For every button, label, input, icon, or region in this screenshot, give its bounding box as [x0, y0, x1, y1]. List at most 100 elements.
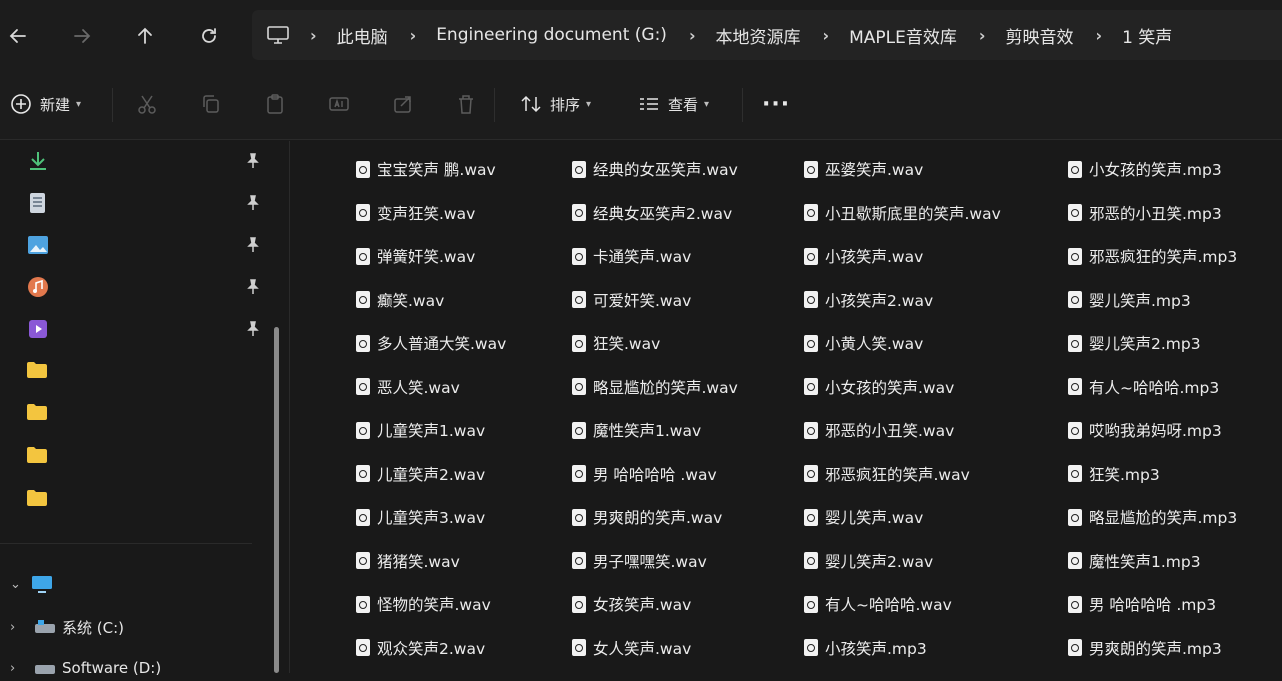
more-options-button[interactable]: ···: [762, 88, 790, 120]
sidebar-scrollbar[interactable]: [274, 327, 279, 673]
file-item[interactable]: 宝宝笑声 鹏.wav: [356, 156, 496, 182]
quick-access-folder[interactable]: [26, 446, 56, 472]
drive-d[interactable]: › Software (D:): [10, 655, 161, 681]
file-item[interactable]: 变声狂笑.wav: [356, 200, 475, 226]
file-item[interactable]: 可爱奸笑.wav: [572, 287, 691, 313]
file-name: 女孩笑声.wav: [593, 596, 692, 614]
file-item[interactable]: 婴儿笑声.mp3: [1068, 287, 1191, 313]
quick-access-pictures[interactable]: [26, 233, 56, 259]
file-item[interactable]: 邪恶疯狂的笑声.wav: [804, 461, 970, 487]
file-item[interactable]: 狂笑.mp3: [1068, 461, 1160, 487]
view-button[interactable]: 查看 ▾: [638, 88, 709, 120]
file-item[interactable]: 略显尴尬的笑声.wav: [572, 374, 738, 400]
file-item[interactable]: 婴儿笑声.wav: [804, 504, 923, 530]
sort-button[interactable]: 排序 ▾: [520, 88, 591, 120]
file-item[interactable]: 男 哈哈哈哈 .mp3: [1068, 591, 1216, 617]
file-item[interactable]: 哎哟我弟妈呀.mp3: [1068, 417, 1222, 443]
file-item[interactable]: 男 哈哈哈哈 .wav: [572, 461, 717, 487]
file-item[interactable]: 邪恶的小丑笑.mp3: [1068, 200, 1222, 226]
file-item[interactable]: 魔性笑声1.wav: [572, 417, 701, 443]
refresh-icon: [202, 28, 216, 43]
paste-button[interactable]: [264, 88, 286, 120]
file-item[interactable]: 女人笑声.wav: [572, 635, 691, 661]
file-name: 儿童笑声2.wav: [377, 465, 486, 484]
address-bar[interactable]: › 此电脑 › Engineering document (G:) › 本地资源…: [252, 10, 1282, 60]
file-item[interactable]: 小女孩的笑声.mp3: [1068, 156, 1222, 182]
breadcrumb-item[interactable]: 剪映音效: [1005, 23, 1073, 48]
forward-button[interactable]: [66, 20, 98, 52]
drive-label: 系统 (C:): [62, 618, 124, 637]
file-item[interactable]: 男子嘿嘿笑.wav: [572, 548, 707, 574]
folder-icon: [27, 447, 47, 463]
file-item[interactable]: 经典女巫笑声2.wav: [572, 200, 732, 226]
breadcrumb-item[interactable]: 此电脑: [337, 23, 388, 48]
file-item[interactable]: 男爽朗的笑声.mp3: [1068, 635, 1222, 661]
file-item[interactable]: 儿童笑声3.wav: [356, 504, 485, 530]
audio-file-icon: [572, 291, 586, 308]
file-item[interactable]: 女孩笑声.wav: [572, 591, 691, 617]
file-item[interactable]: 儿童笑声1.wav: [356, 417, 485, 443]
quick-access-videos[interactable]: [26, 317, 56, 343]
file-item[interactable]: 狂笑.wav: [572, 330, 660, 356]
pin-icon[interactable]: [244, 194, 262, 212]
quick-access-music[interactable]: [26, 275, 56, 301]
breadcrumb-item-current[interactable]: 1 笑声: [1122, 23, 1172, 48]
file-item[interactable]: 卡通笑声.wav: [572, 243, 691, 269]
breadcrumb-item[interactable]: MAPLE音效库: [849, 23, 957, 48]
breadcrumb-item[interactable]: Engineering document (G:): [436, 25, 667, 45]
up-button[interactable]: [129, 20, 161, 52]
audio-file-icon: [356, 378, 370, 395]
pin-icon[interactable]: [244, 236, 262, 254]
breadcrumb-item[interactable]: 本地资源库: [716, 23, 801, 48]
file-item[interactable]: 邪恶疯狂的笑声.mp3: [1068, 243, 1237, 269]
file-item[interactable]: 多人普通大笑.wav: [356, 330, 506, 356]
rename-button[interactable]: [328, 88, 350, 120]
chevron-right-icon: ›: [688, 25, 696, 45]
file-item[interactable]: 小孩笑声.wav: [804, 243, 923, 269]
quick-access-folder[interactable]: [26, 361, 56, 387]
file-item[interactable]: 婴儿笑声2.mp3: [1068, 330, 1201, 356]
file-item[interactable]: 小女孩的笑声.wav: [804, 374, 954, 400]
delete-button[interactable]: [455, 88, 477, 120]
cut-button[interactable]: [136, 88, 158, 120]
file-item[interactable]: 小黄人笑.wav: [804, 330, 923, 356]
pin-icon[interactable]: [244, 152, 262, 170]
file-name: 略显尴尬的笑声.mp3: [1089, 509, 1238, 527]
file-item[interactable]: 有人~哈哈哈.wav: [804, 591, 952, 617]
this-pc-node[interactable]: ⌄: [10, 571, 54, 597]
pin-icon[interactable]: [244, 320, 262, 338]
file-item[interactable]: 癫笑.wav: [356, 287, 444, 313]
rename-icon: [329, 97, 349, 111]
new-button[interactable]: 新建 ▾: [10, 88, 81, 120]
file-item[interactable]: 怪物的笑声.wav: [356, 591, 491, 617]
file-item[interactable]: 魔性笑声1.mp3: [1068, 548, 1201, 574]
music-icon: [28, 277, 48, 297]
back-button[interactable]: [2, 20, 34, 52]
file-item[interactable]: 婴儿笑声2.wav: [804, 548, 933, 574]
file-item[interactable]: 小丑歇斯底里的笑声.wav: [804, 200, 1001, 226]
quick-access-folder[interactable]: [26, 489, 56, 515]
file-item[interactable]: 恶人笑.wav: [356, 374, 460, 400]
copy-button[interactable]: [200, 88, 222, 120]
file-item[interactable]: 巫婆笑声.wav: [804, 156, 923, 182]
file-item[interactable]: 经典的女巫笑声.wav: [572, 156, 738, 182]
quick-access-folder[interactable]: [26, 403, 56, 429]
file-item[interactable]: 略显尴尬的笑声.mp3: [1068, 504, 1237, 530]
quick-access-documents[interactable]: [26, 191, 56, 217]
file-item[interactable]: 猪猪笑.wav: [356, 548, 460, 574]
plus-circle-icon: [11, 94, 31, 114]
quick-access-downloads[interactable]: [26, 149, 56, 175]
drive-c[interactable]: › 系统 (C:): [10, 614, 124, 640]
file-item[interactable]: 有人~哈哈哈.mp3: [1068, 374, 1219, 400]
file-item[interactable]: 观众笑声2.wav: [356, 635, 485, 661]
file-item[interactable]: 男爽朗的笑声.wav: [572, 504, 722, 530]
file-item[interactable]: 弹簧奸笑.wav: [356, 243, 475, 269]
file-item[interactable]: 小孩笑声.mp3: [804, 635, 927, 661]
file-item[interactable]: 邪恶的小丑笑.wav: [804, 417, 954, 443]
file-item[interactable]: 儿童笑声2.wav: [356, 461, 485, 487]
pin-icon[interactable]: [244, 278, 262, 296]
file-item[interactable]: 小孩笑声2.wav: [804, 287, 933, 313]
file-list: 宝宝笑声 鹏.wav 经典的女巫笑声.wav 巫婆笑声.wav 小女孩的笑声.mp3 变…: [291, 141, 1282, 673]
refresh-button[interactable]: [193, 20, 225, 52]
share-button[interactable]: [392, 88, 414, 120]
